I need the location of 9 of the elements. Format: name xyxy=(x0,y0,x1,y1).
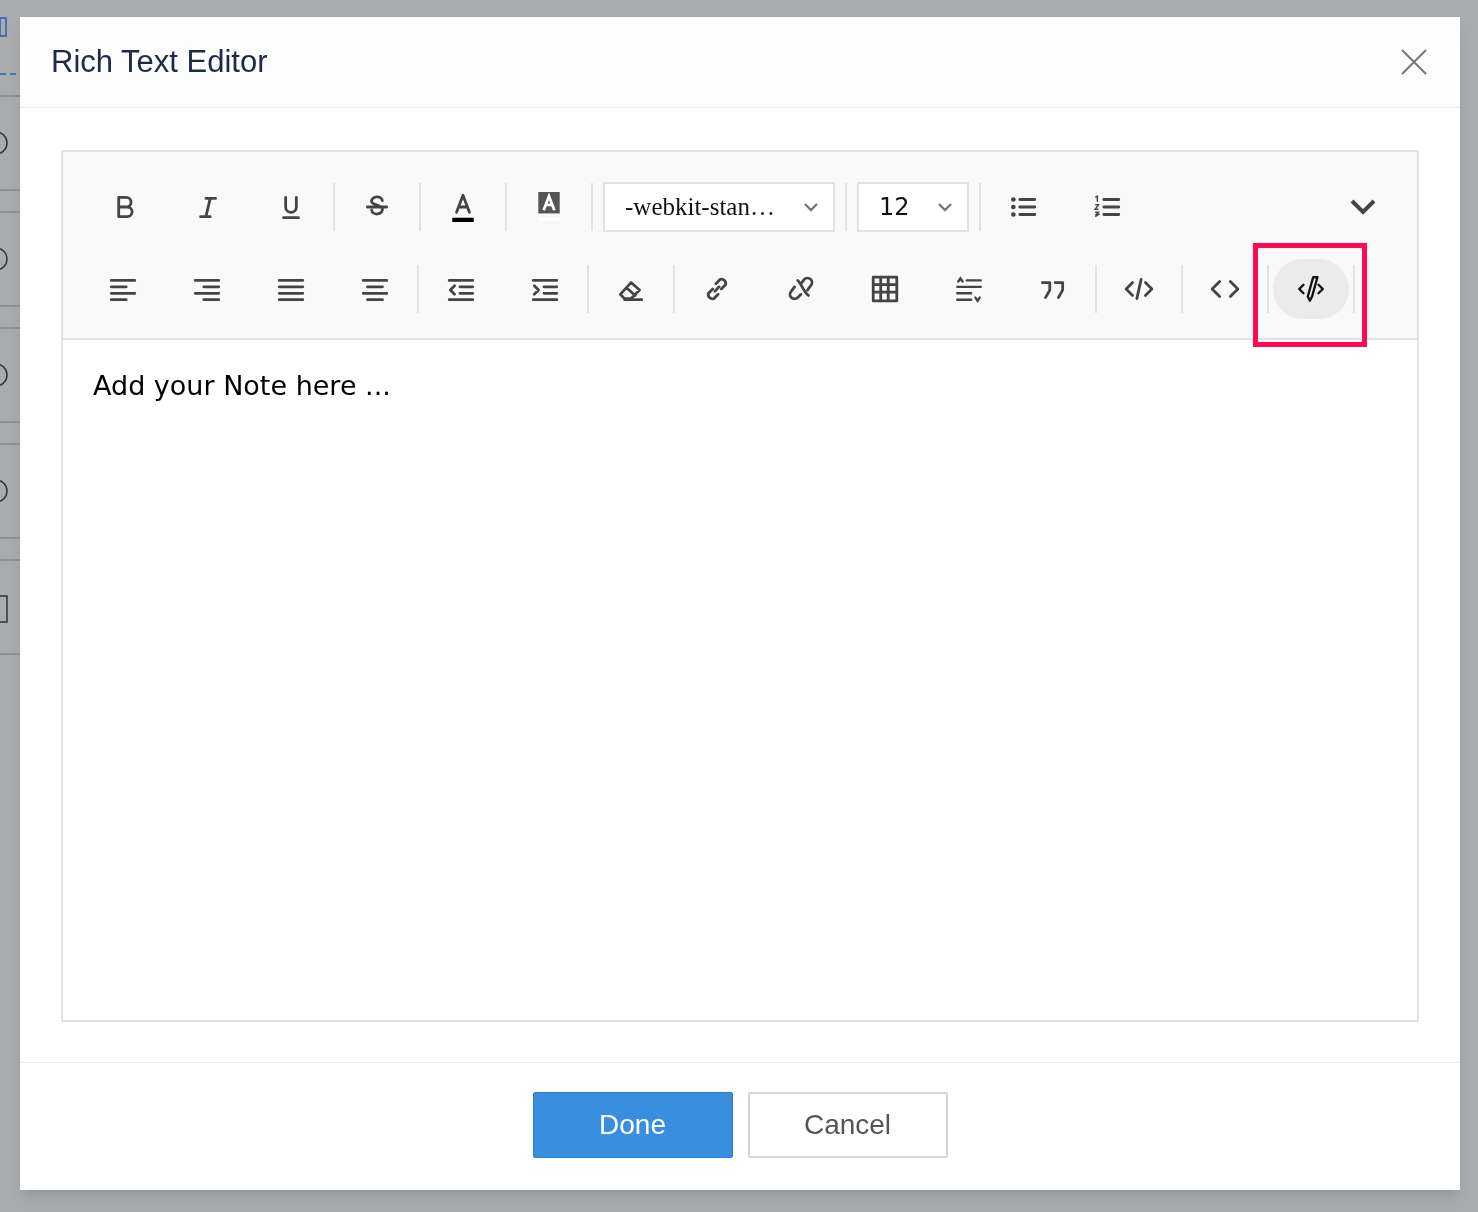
note-input-field[interactable]: Add your Note here ... xyxy=(93,366,1387,407)
caret-icon xyxy=(937,202,953,212)
font-family-dropdown[interactable]: -webkit-stan… xyxy=(603,182,835,232)
close-icon[interactable] xyxy=(1399,47,1429,77)
font-size-dropdown[interactable]: 12 xyxy=(857,182,969,232)
caret-icon xyxy=(803,202,819,212)
cancel-button[interactable]: Cancel xyxy=(747,1092,948,1158)
dialog-title: Rich Text Editor xyxy=(51,42,268,81)
chevron-icon[interactable] xyxy=(1349,198,1377,216)
